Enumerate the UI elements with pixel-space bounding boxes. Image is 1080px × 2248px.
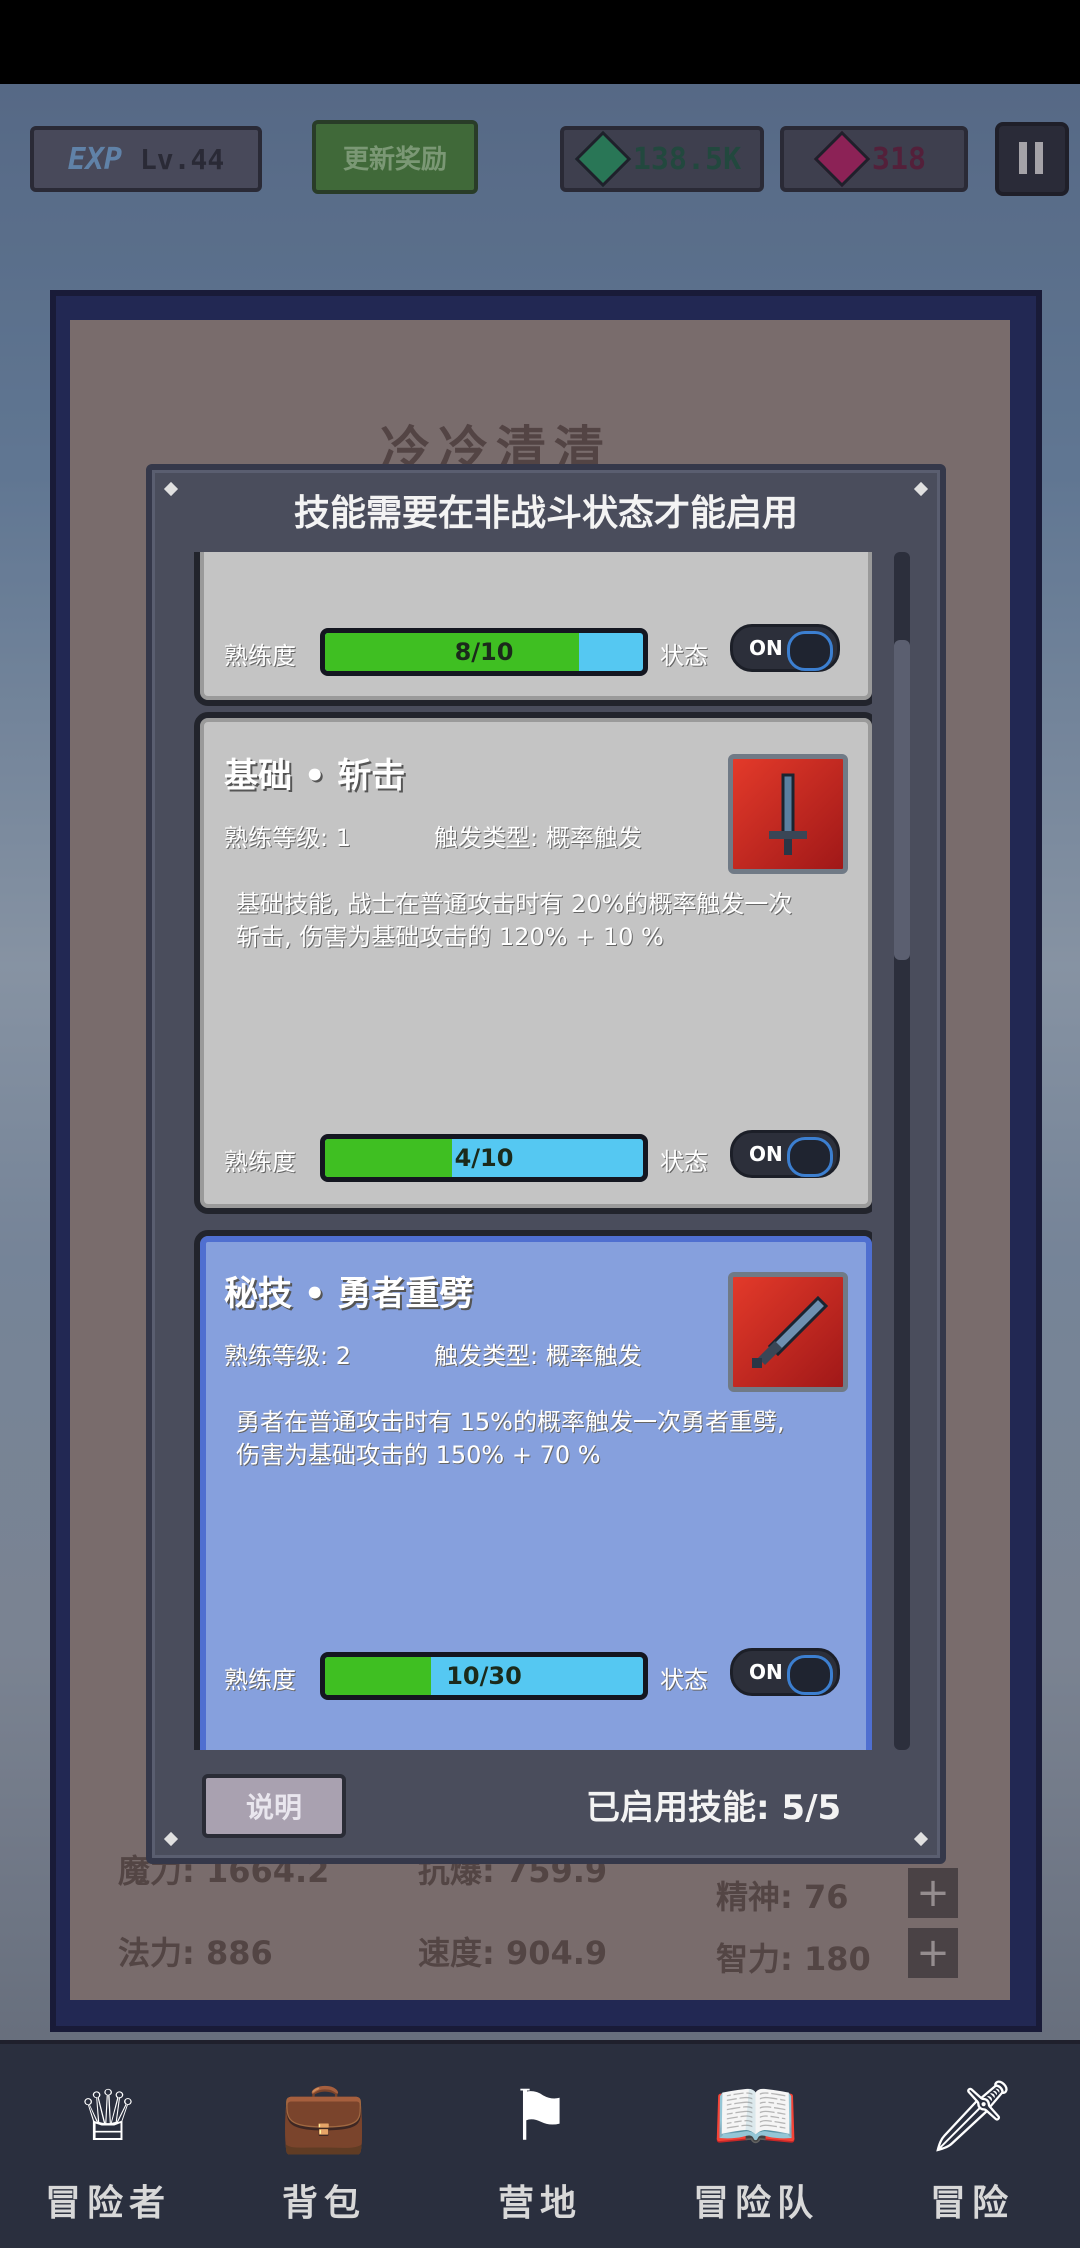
- proficiency-label: 熟练度: [224, 1148, 296, 1176]
- toggle-on-label: ON: [749, 636, 783, 660]
- state-label: 状态: [660, 642, 708, 670]
- corner-decoration: [913, 1831, 929, 1847]
- skill-trigger: 触发类型: 概率触发: [434, 824, 642, 852]
- scrollbar-thumb[interactable]: [894, 640, 910, 960]
- nav-team[interactable]: 📖 冒险队: [648, 2044, 864, 2248]
- proficiency-bar: 8/10: [320, 628, 648, 676]
- skill-toggle[interactable]: ON: [730, 1648, 840, 1696]
- toggle-on-label: ON: [749, 1142, 783, 1166]
- skill-trigger: 触发类型: 概率触发: [434, 1342, 642, 1370]
- nav-adventure[interactable]: 🗡 冒险: [864, 2044, 1080, 2248]
- skill-level: 熟练等级: 1: [224, 824, 351, 852]
- proficiency-text: 8/10: [454, 638, 514, 666]
- nav-backpack[interactable]: 💼 背包: [216, 2044, 432, 2248]
- enabled-skill-count: 已启用技能: 5/5: [586, 1788, 842, 1828]
- banner-icon: ⚑: [508, 2075, 572, 2157]
- nav-adventurer-label: 冒险者: [44, 2183, 171, 2224]
- skill-modal: 技能需要在非战斗状态才能启用 熟练度 8/10 状态 ON 基础 • 斩击 熟练…: [146, 464, 946, 1864]
- skill-description: 基础技能, 战士在普通攻击时有 20%的概率触发一次斩击, 伤害为基础攻击的 1…: [236, 890, 793, 951]
- nav-camp[interactable]: ⚑ 营地: [432, 2044, 648, 2248]
- skill-card-selected[interactable]: 秘技 • 勇者重劈 熟练等级: 2 触发类型: 概率触发 勇者在普通攻击时有 1…: [194, 1230, 872, 1750]
- skill-description: 勇者在普通攻击时有 15%的概率触发一次勇者重劈, 伤害为基础攻击的 150% …: [236, 1408, 785, 1469]
- backpack-icon: 💼: [280, 2074, 368, 2157]
- skill-toggle[interactable]: ON: [730, 1130, 840, 1178]
- toggle-on-label: ON: [749, 1660, 783, 1684]
- state-label: 状态: [660, 1148, 708, 1176]
- nav-adventure-label: 冒险: [929, 2183, 1014, 2224]
- skill-title: 基础 • 斩击: [224, 756, 406, 796]
- skill-toggle[interactable]: ON: [730, 624, 840, 672]
- helmet-icon: ♕: [76, 2075, 140, 2157]
- help-button[interactable]: 说明: [202, 1774, 346, 1838]
- nav-backpack-label: 背包: [281, 2183, 366, 2224]
- modal-title: 技能需要在非战斗状态才能启用: [293, 493, 798, 534]
- sword-icon: 🗡: [927, 2074, 1017, 2157]
- proficiency-text: 10/30: [446, 1662, 522, 1690]
- skill-title: 秘技 • 勇者重劈: [224, 1274, 474, 1314]
- proficiency-label: 熟练度: [224, 642, 296, 670]
- toggle-knob: [787, 631, 833, 671]
- nav-adventurer[interactable]: ♕ 冒险者: [0, 2044, 216, 2248]
- sword-icon: [728, 754, 848, 874]
- proficiency-label: 熟练度: [224, 1666, 296, 1694]
- bottom-navigation: ♕ 冒险者 💼 背包 ⚑ 营地 📖 冒险队 🗡 冒险: [0, 2040, 1080, 2248]
- toggle-knob: [787, 1655, 833, 1695]
- toggle-knob: [787, 1137, 833, 1177]
- book-icon: 📖: [712, 2074, 800, 2157]
- skill-level: 熟练等级: 2: [224, 1342, 351, 1370]
- proficiency-text: 4/10: [454, 1144, 514, 1172]
- nav-team-label: 冒险队: [692, 2183, 819, 2224]
- skill-card[interactable]: 熟练度 8/10 状态 ON: [194, 552, 872, 706]
- proficiency-bar: 10/30: [320, 1652, 648, 1700]
- skill-list[interactable]: 熟练度 8/10 状态 ON 基础 • 斩击 熟练等级: 1 触发类型: 概率触…: [194, 552, 872, 1750]
- corner-decoration: [163, 1831, 179, 1847]
- nav-camp-label: 营地: [497, 2183, 582, 2224]
- greatsword-icon: [728, 1272, 848, 1392]
- proficiency-bar: 4/10: [320, 1134, 648, 1182]
- state-label: 状态: [660, 1666, 708, 1694]
- skill-card[interactable]: 基础 • 斩击 熟练等级: 1 触发类型: 概率触发 基础技能, 战士在普通攻击…: [194, 712, 872, 1214]
